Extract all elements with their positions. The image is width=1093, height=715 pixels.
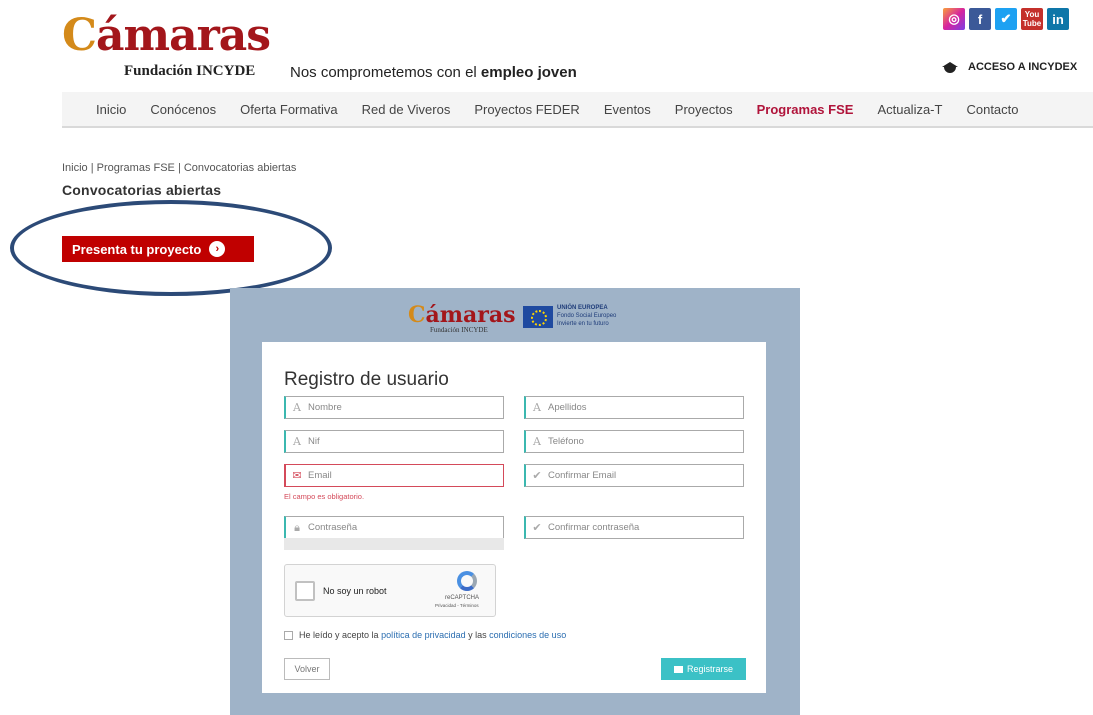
instagram-icon[interactable]: ◎ [943, 8, 965, 30]
recaptcha-widget: No soy un robot reCAPTCHA Privacidad - T… [284, 564, 496, 617]
terms-row: He leído y acepto la política de privaci… [284, 630, 566, 640]
lock-icon: 🔒︎ [294, 520, 300, 534]
nav-item-conocenos[interactable]: Conócenos [150, 102, 216, 117]
nombre-field[interactable]: A Nombre [284, 396, 504, 419]
nav-item-inicio[interactable]: Inicio [96, 102, 126, 117]
form-title: Registro de usuario [284, 369, 449, 390]
email-field[interactable]: ✉ Email [284, 464, 504, 487]
nav-item-oferta-formativa[interactable]: Oferta Formativa [240, 102, 338, 117]
letter-a-icon: A [533, 435, 541, 448]
presenta-proyecto-button[interactable]: Presenta tu proyecto › [62, 236, 254, 262]
confirmar-contrasena-field[interactable]: ✔ Confirmar contraseña [524, 516, 744, 539]
twitter-icon[interactable]: ✔ [995, 8, 1017, 30]
recaptcha-icon [457, 571, 477, 591]
terms-checkbox[interactable] [284, 630, 293, 640]
form-camaras-logo: Cámaras [408, 302, 516, 328]
logo-subtitle: Fundación INCYDE [124, 63, 256, 79]
password-strength-bar [284, 538, 504, 550]
graduation-cap-icon [942, 60, 958, 74]
youtube-icon[interactable]: You Tube [1021, 8, 1043, 30]
nav-item-proyectos[interactable]: Proyectos [675, 102, 733, 117]
facebook-icon[interactable]: f [969, 8, 991, 30]
apellidos-field[interactable]: A Apellidos [524, 396, 744, 419]
registrarse-button[interactable]: Registrarse [661, 658, 746, 680]
privacy-policy-link[interactable]: política de privacidad [381, 630, 466, 640]
email-error-message: El campo es obligatorio. [284, 492, 365, 501]
main-nav: Inicio Conócenos Oferta Formativa Red de… [62, 92, 1093, 128]
confirmar-email-field[interactable]: ✔ Confirmar Email [524, 464, 744, 487]
breadcrumb[interactable]: Inicio | Programas FSE | Convocatorias a… [62, 162, 296, 174]
nav-item-eventos[interactable]: Eventos [604, 102, 651, 117]
registration-panel: Cámaras Fundación INCYDE UNIÓN EUROPEA F… [230, 288, 800, 715]
eu-text: UNIÓN EUROPEA Fondo Social Europeo Invie… [557, 305, 617, 327]
eu-flag-icon [523, 306, 553, 328]
page-title: Convocatorias abiertas [62, 182, 222, 198]
acceso-incydex-link[interactable]: ACCESO A INCYDEX [942, 60, 1077, 74]
registration-form: Registro de usuario A Nombre A Apellidos… [262, 342, 766, 693]
envelope-icon [673, 665, 683, 673]
nav-item-actualiza-t[interactable]: Actualiza-T [877, 102, 942, 117]
camaras-logo[interactable]: Cámaras [62, 14, 271, 58]
arrow-right-icon: › [209, 241, 226, 257]
check-icon: ✔ [532, 521, 542, 534]
envelope-icon: ✉ [292, 469, 302, 482]
recaptcha-brand: reCAPTCHA [445, 595, 480, 601]
telefono-field[interactable]: A Teléfono [524, 430, 744, 453]
check-icon: ✔ [532, 469, 542, 482]
recaptcha-checkbox[interactable] [295, 581, 315, 601]
nav-item-programas-fse[interactable]: Programas FSE [757, 102, 854, 117]
form-logo-subtitle: Fundación INCYDE [430, 326, 488, 334]
nav-item-contacto[interactable]: Contacto [966, 102, 1018, 117]
volver-button[interactable]: Volver [284, 658, 330, 680]
letter-a-icon: A [293, 435, 301, 448]
recaptcha-label: No soy un robot [323, 586, 387, 596]
nif-field[interactable]: A Nif [284, 430, 504, 453]
nav-item-proyectos-feder[interactable]: Proyectos FEDER [474, 102, 579, 117]
letter-a-icon: A [293, 401, 301, 414]
linkedin-icon[interactable]: in [1047, 8, 1069, 30]
tagline: Nos comprometemos con el empleo joven [290, 64, 577, 81]
social-links: ◎ f ✔ You Tube in [943, 8, 1069, 30]
nav-item-red-de-viveros[interactable]: Red de Viveros [362, 102, 451, 117]
contrasena-field[interactable]: 🔒︎ Contraseña [284, 516, 504, 539]
letter-a-icon: A [533, 401, 541, 414]
terms-of-use-link[interactable]: condiciones de uso [489, 630, 566, 640]
recaptcha-links[interactable]: Privacidad - Términos [435, 603, 479, 608]
